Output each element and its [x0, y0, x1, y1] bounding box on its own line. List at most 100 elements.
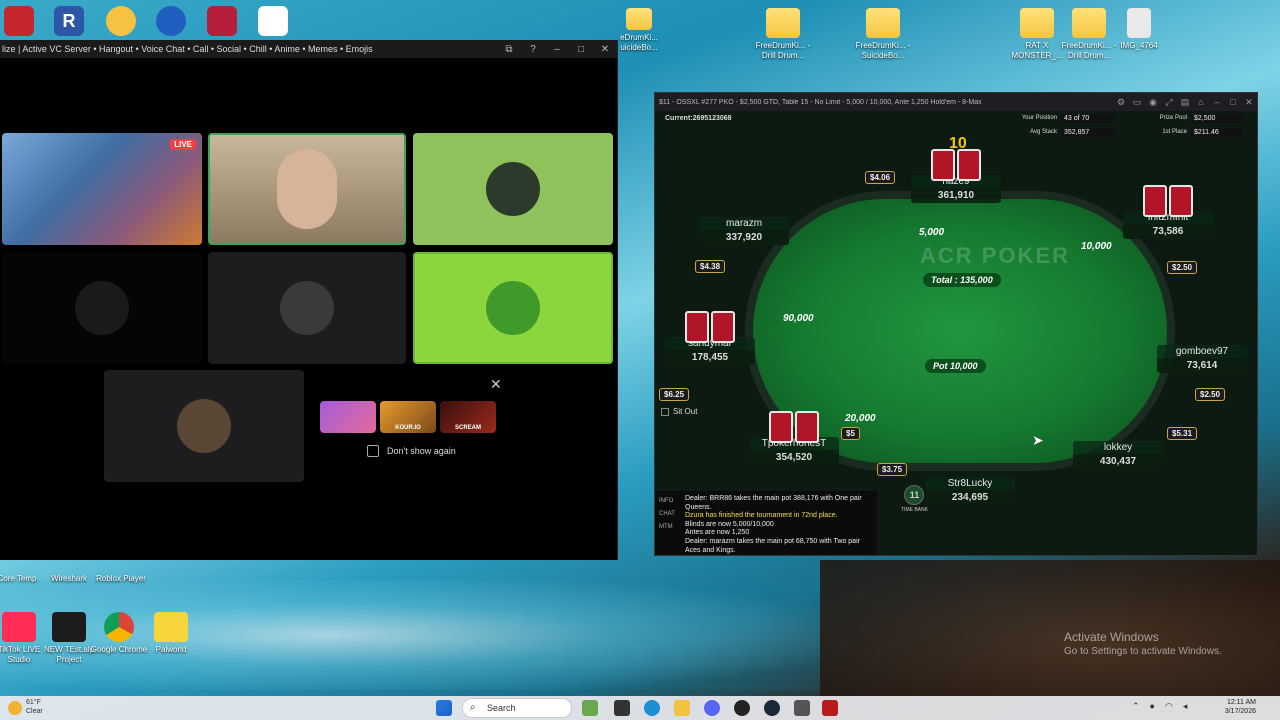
- tournament-info-right: Prize Pool $2,500 1st Place $211.46: [1135, 111, 1243, 139]
- live-badge: LIVE: [170, 139, 196, 150]
- hole-cards: [911, 149, 1001, 181]
- weather-widget[interactable]: 61°F Clear: [26, 698, 43, 716]
- taskbar-search[interactable]: ⌕ Search: [462, 698, 572, 718]
- microphone-icon[interactable]: ●: [1150, 701, 1155, 712]
- bounty-lokkey: $5.31: [1167, 427, 1198, 440]
- image-file-icon: [1127, 8, 1151, 38]
- explorer-icon[interactable]: [674, 700, 690, 716]
- close-popup-icon[interactable]: ✕: [490, 376, 502, 393]
- teamviewer-icon[interactable]: [156, 6, 186, 36]
- discord-icon[interactable]: [704, 700, 720, 716]
- roblox-r-icon[interactable]: R: [54, 6, 84, 36]
- tab-info[interactable]: INFO: [659, 495, 675, 508]
- palworld-icon: [154, 612, 188, 642]
- seat-init2minit[interactable]: Init2mInit 73,586: [1123, 185, 1213, 239]
- voice-tile-3[interactable]: [413, 133, 613, 245]
- edge-icon[interactable]: [644, 700, 660, 716]
- lobby-icon[interactable]: ▤: [1177, 97, 1193, 108]
- voice-tile-7[interactable]: [104, 370, 304, 482]
- webcam-tile[interactable]: [208, 133, 406, 245]
- desktop-icon-drumkit-2[interactable]: FreeDrumKi... - SuicideBo...: [852, 8, 914, 61]
- folder-icon: [626, 8, 652, 30]
- tab-mtm[interactable]: MTM: [659, 521, 675, 534]
- seat-gomboev97[interactable]: gomboev97 73,614: [1157, 345, 1247, 373]
- bounty-marazm: $4.06: [865, 171, 896, 184]
- voice-tile-4[interactable]: [2, 252, 202, 364]
- maximize-icon[interactable]: □: [1225, 97, 1241, 107]
- eye-icon[interactable]: ◉: [1145, 97, 1161, 108]
- seat-str8lucky[interactable]: Str8Lucky 234,695: [925, 477, 1015, 505]
- home-icon[interactable]: ⌂: [1193, 97, 1209, 107]
- stream-tile[interactable]: LIVE: [2, 133, 202, 245]
- time-bank[interactable]: 11 TIME BANK: [901, 485, 928, 513]
- bounty-tpokerhonest-small: $5: [841, 427, 860, 440]
- bet-sandymar: 90,000: [783, 313, 814, 324]
- desktop-icon-roblox[interactable]: Roblox Player: [90, 574, 152, 584]
- chat-line: Dealer: BRR86 takes the main pot 388,176…: [685, 495, 862, 511]
- seat-lokkey[interactable]: lokkey 430,437: [1073, 441, 1163, 469]
- media-player-icon[interactable]: [258, 6, 288, 36]
- chevron-up-icon[interactable]: ⌃: [1132, 701, 1140, 712]
- avg-stack-value: 352,857: [1061, 127, 1113, 137]
- expand-icon[interactable]: ⤢: [1161, 97, 1177, 108]
- position-value: 43 of 70: [1061, 113, 1113, 123]
- user-avatar: [280, 281, 334, 335]
- discord-window: lize | Active VC Server • Hangout • Voic…: [0, 40, 618, 560]
- desktop-icon-drumkit-1[interactable]: FreeDrumKi... - Drill Drum...: [752, 8, 814, 61]
- voice-tile-6-speaking[interactable]: [413, 252, 613, 364]
- wifi-icon[interactable]: ◠: [1165, 701, 1173, 712]
- maximize-icon[interactable]: □: [569, 44, 593, 55]
- popout-icon[interactable]: ⧉: [497, 44, 521, 55]
- bounty-tpokerhonest: $6.25: [659, 388, 690, 401]
- close-icon[interactable]: ✕: [593, 44, 617, 55]
- help-icon[interactable]: ?: [521, 44, 545, 55]
- obs-icon[interactable]: [734, 700, 750, 716]
- game-thumb[interactable]: KOUR.IO: [380, 401, 436, 433]
- seat-tpokerhonest[interactable]: TpokerhonesT 354,520: [749, 411, 839, 465]
- project-file-icon: [52, 612, 86, 642]
- widgets-icon[interactable]: [582, 700, 598, 716]
- steam-icon[interactable]: [764, 700, 780, 716]
- volume-icon[interactable]: ◂: [1183, 701, 1188, 712]
- chat-line: Blinds are now 5,000/10,000: [685, 520, 774, 528]
- activate-windows-watermark: Activate Windows Go to Settings to activ…: [1064, 630, 1222, 657]
- seat-sandymar[interactable]: sandymar 178,455: [665, 311, 755, 365]
- desktop-icon-img[interactable]: IMG_4764: [1108, 8, 1170, 51]
- chrome-icon: [104, 612, 134, 642]
- seat-marazm[interactable]: marazm 337,920: [699, 217, 789, 245]
- sit-out-toggle[interactable]: Sit Out: [661, 407, 697, 416]
- app-icon[interactable]: [794, 700, 810, 716]
- tiktok-icon: [2, 612, 36, 642]
- chat-line: Dealer: marazm takes the main pot 68,750…: [685, 537, 860, 554]
- dealer-chat: INFO CHAT MTM Dealer: BRR86 takes the ma…: [655, 491, 877, 555]
- poker-window: $11 - OSSXL #277 PKO - $2,500 GTD, Table…: [654, 92, 1258, 556]
- app-icon-1[interactable]: [4, 6, 34, 36]
- sit-out-checkbox[interactable]: [661, 407, 669, 416]
- emoji-app-icon[interactable]: [106, 6, 136, 36]
- tab-chat[interactable]: CHAT: [659, 508, 675, 521]
- webcam-person: [277, 149, 337, 229]
- start-icon[interactable]: [436, 700, 452, 716]
- prize-pool-value: $2,500: [1191, 113, 1243, 123]
- poker-app-icon[interactable]: [822, 700, 838, 716]
- desktop-icon-palworld[interactable]: Palworld: [140, 612, 202, 655]
- chat-toggle-icon[interactable]: ▭: [1129, 97, 1145, 108]
- seat-haze9[interactable]: haze9 361,910: [911, 149, 1001, 203]
- task-view-icon[interactable]: [614, 700, 630, 716]
- time-bank-counter: 11: [904, 485, 925, 505]
- dont-show-checkbox[interactable]: [367, 445, 379, 457]
- settings-icon[interactable]: ⚙: [1113, 97, 1129, 108]
- minimize-icon[interactable]: –: [545, 44, 569, 55]
- system-clock[interactable]: 12:11 AM 3/17/2026: [1214, 698, 1256, 716]
- game-thumb[interactable]: SCREAM: [440, 401, 496, 433]
- game-thumb[interactable]: [320, 401, 376, 433]
- weather-icon[interactable]: [8, 701, 22, 715]
- voice-tile-5[interactable]: [208, 252, 406, 364]
- chat-line-highlight: Dzura has finished the tournament in 72n…: [685, 512, 838, 520]
- activity-games: KOUR.IO SCREAM: [320, 401, 496, 433]
- archive-icon[interactable]: [207, 6, 237, 36]
- dont-show-again[interactable]: Don't show again: [367, 445, 456, 457]
- mouse-cursor: ➤: [1032, 432, 1044, 448]
- minimize-icon[interactable]: –: [1209, 97, 1225, 107]
- close-icon[interactable]: ✕: [1241, 97, 1257, 108]
